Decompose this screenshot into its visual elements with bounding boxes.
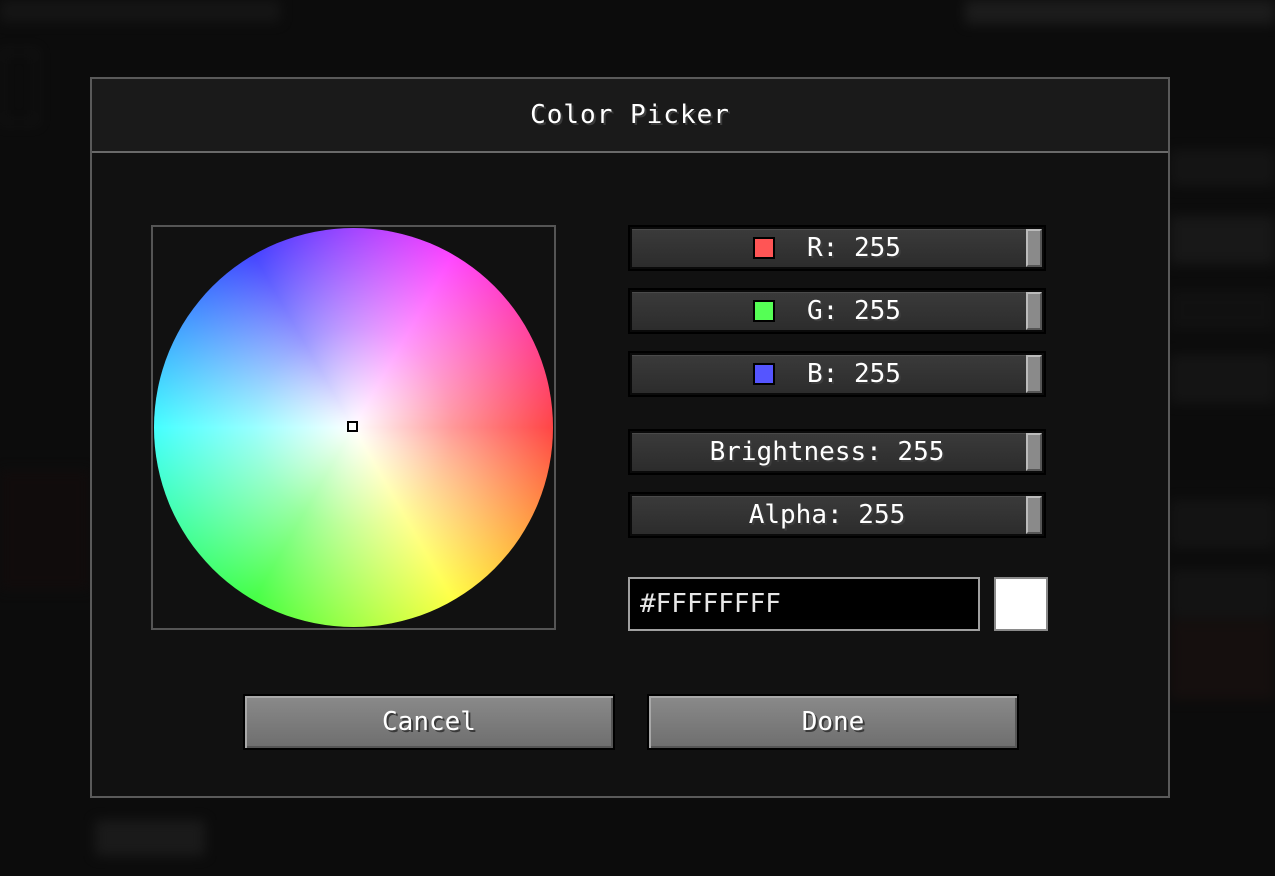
green-slider-handle[interactable] bbox=[1026, 292, 1042, 330]
color-preview-swatch bbox=[994, 577, 1048, 631]
cancel-button[interactable]: Cancel bbox=[243, 694, 615, 750]
color-wheel-frame bbox=[151, 225, 556, 630]
color-wheel-cursor[interactable] bbox=[347, 421, 358, 432]
brightness-slider-label: Brightness: 255 bbox=[709, 437, 945, 467]
brightness-slider[interactable]: Brightness: 255 bbox=[628, 429, 1046, 475]
red-swatch-icon bbox=[753, 237, 776, 259]
red-slider-label: R: 255 bbox=[807, 233, 901, 263]
blue-slider-handle[interactable] bbox=[1026, 355, 1042, 393]
green-slider[interactable]: G: 255 bbox=[628, 288, 1046, 334]
brightness-slider-handle[interactable] bbox=[1026, 433, 1042, 471]
blue-slider-label: B: 255 bbox=[807, 359, 901, 389]
hex-color-input[interactable] bbox=[628, 577, 980, 631]
done-button[interactable]: Done bbox=[647, 694, 1019, 750]
alpha-slider[interactable]: Alpha: 255 bbox=[628, 492, 1046, 538]
alpha-slider-handle[interactable] bbox=[1026, 496, 1042, 534]
color-picker-dialog: Color Picker R: 255 G: 255 B: 255 Bright… bbox=[90, 77, 1170, 798]
green-swatch-icon bbox=[753, 300, 776, 322]
blue-slider[interactable]: B: 255 bbox=[628, 351, 1046, 397]
red-slider[interactable]: R: 255 bbox=[628, 225, 1046, 271]
green-slider-label: G: 255 bbox=[807, 296, 901, 326]
dialog-title: Color Picker bbox=[92, 79, 1168, 153]
red-slider-handle[interactable] bbox=[1026, 229, 1042, 267]
alpha-slider-label: Alpha: 255 bbox=[748, 500, 906, 530]
blue-swatch-icon bbox=[753, 363, 776, 385]
